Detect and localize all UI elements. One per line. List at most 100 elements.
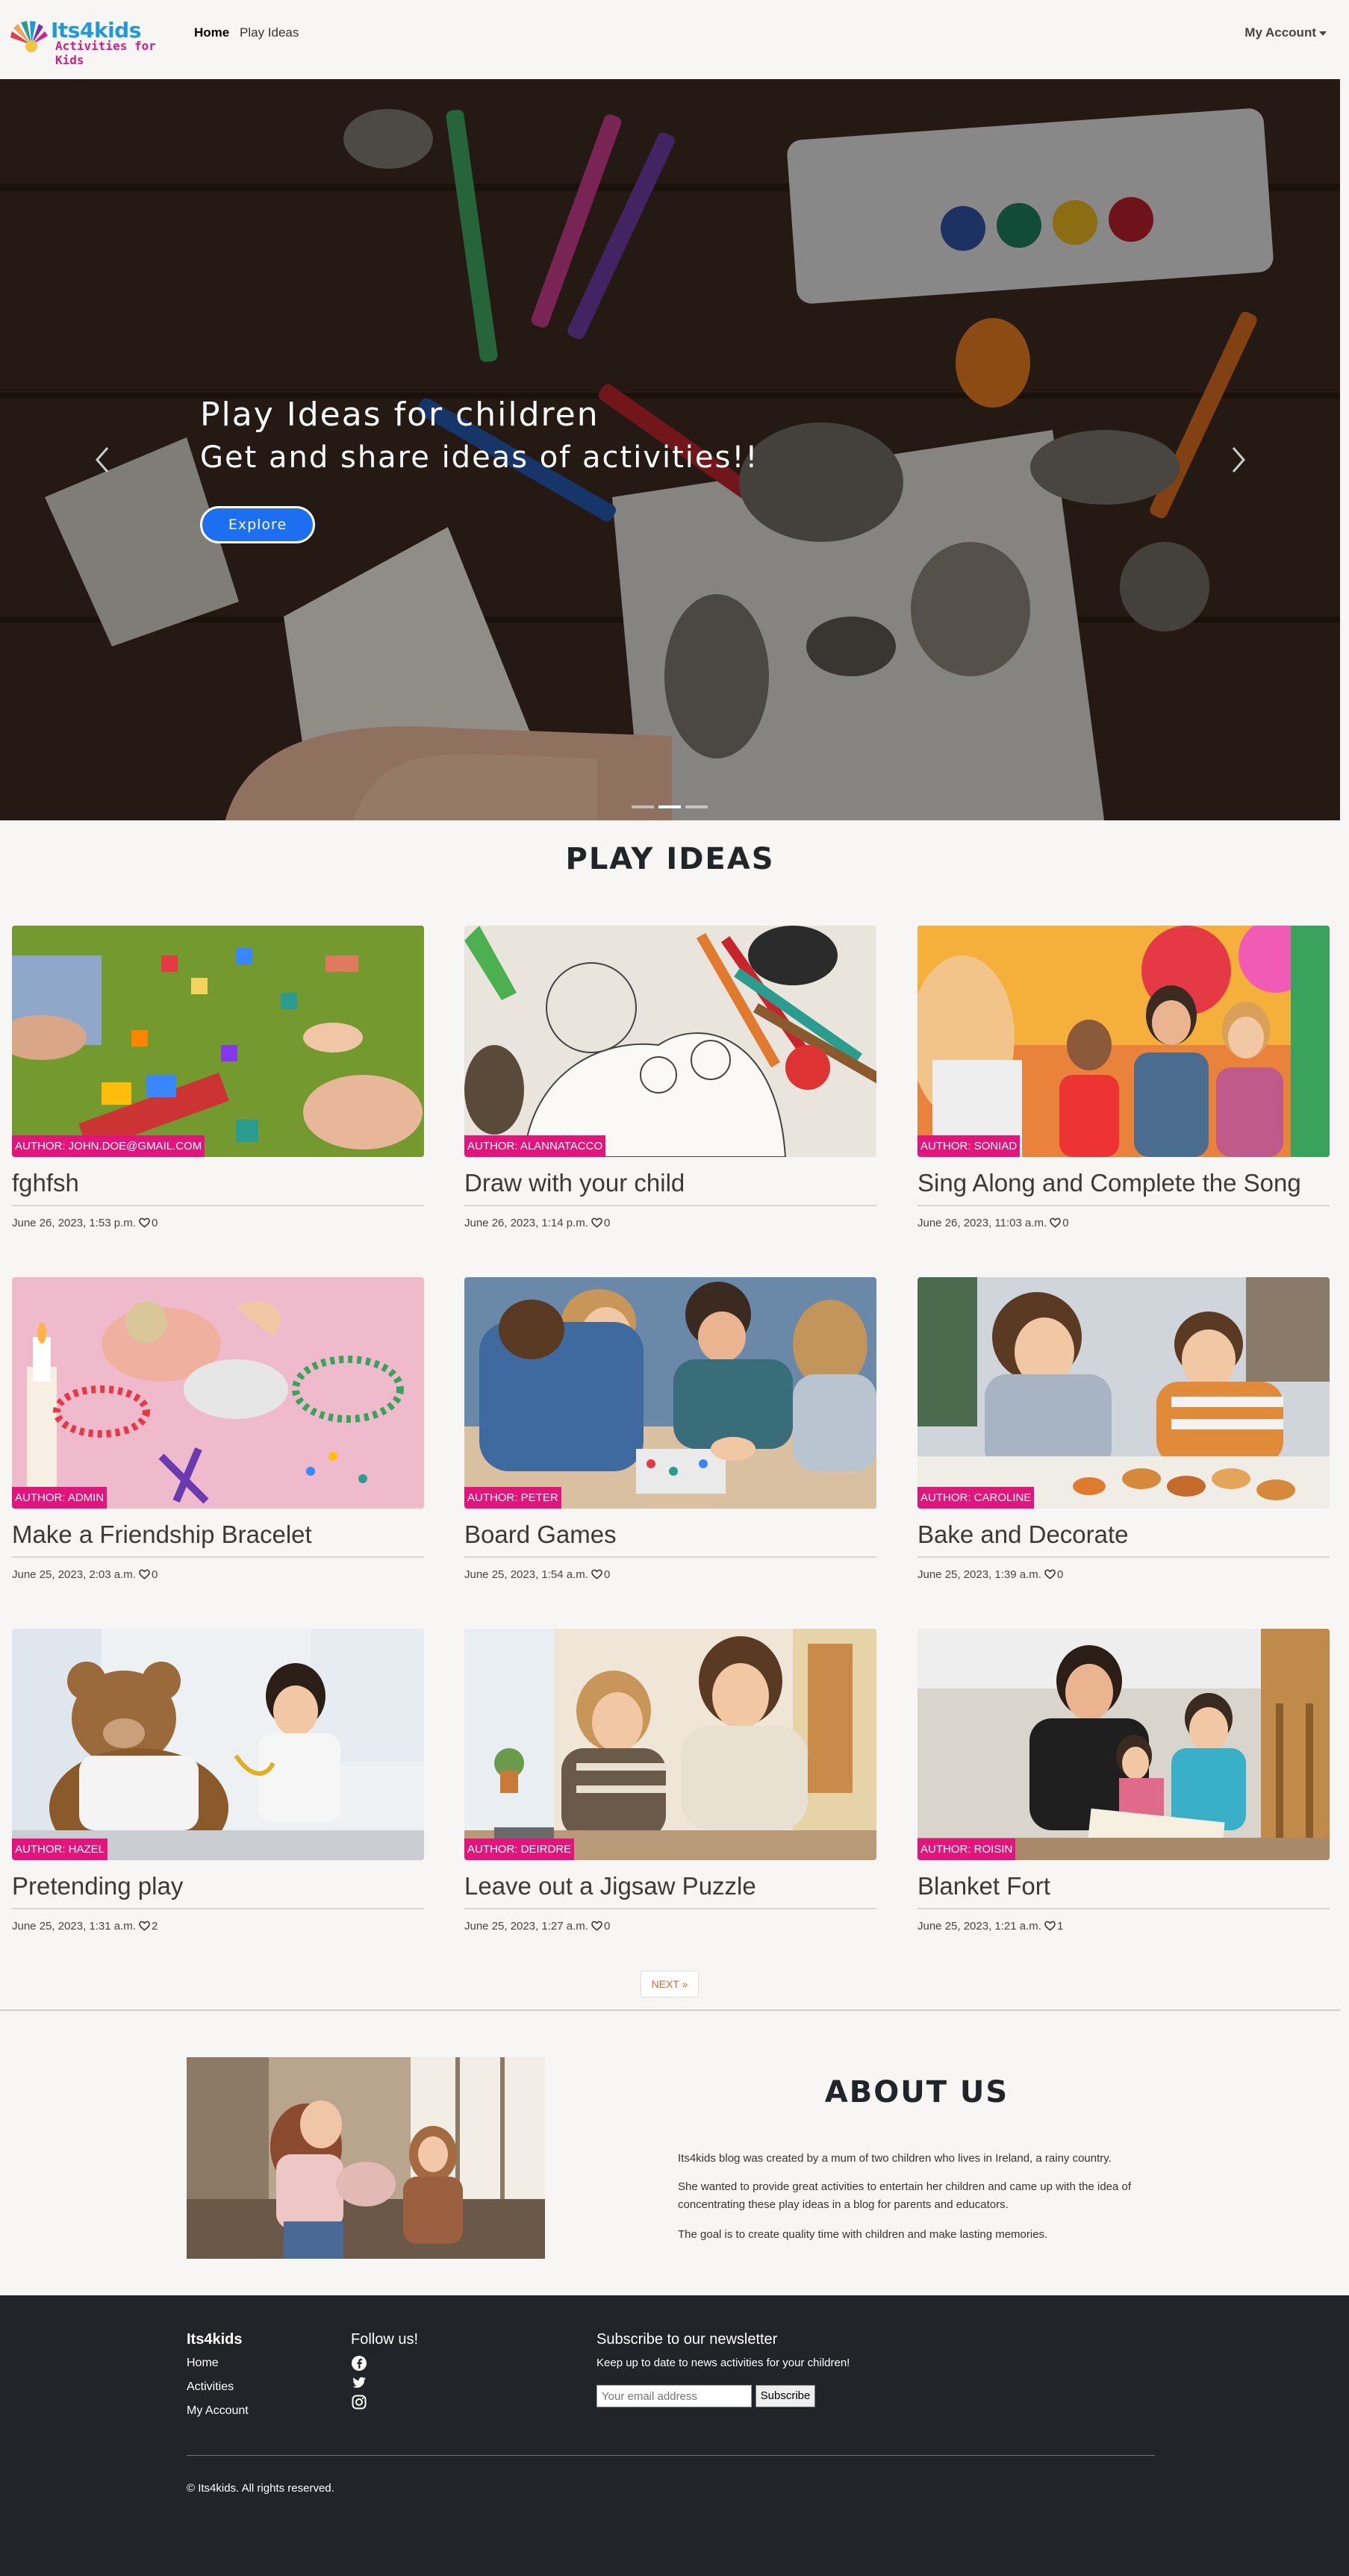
about-us-heading: ABOUT US xyxy=(824,2075,1009,2109)
play-idea-card[interactable]: AUTHOR: PETER Board Games June 25, 2023, 1… xyxy=(464,1277,876,1581)
facebook-icon[interactable] xyxy=(351,2355,367,2371)
heart-icon[interactable] xyxy=(591,1569,602,1579)
copyright-text: © Its4kids. All rights reserved. xyxy=(187,2482,334,2495)
card-divider xyxy=(917,1205,1330,1206)
card-like-count: 0 xyxy=(603,1920,611,1933)
card-date: June 25, 2023, 1:39 a.m. xyxy=(917,1568,1041,1581)
newsletter-email-input[interactable] xyxy=(596,2385,752,2407)
card-date: June 26, 2023, 1:53 p.m. xyxy=(12,1217,136,1229)
play-idea-card[interactable]: AUTHOR: CAROLINE Bake and Decorate June 25… xyxy=(917,1277,1330,1581)
play-idea-card[interactable]: AUTHOR: ROISIN Blanket Fort June 25, 2023,… xyxy=(917,1629,1330,1933)
card-date: June 25, 2023, 1:31 a.m. xyxy=(12,1920,136,1933)
my-account-label: My Account xyxy=(1244,25,1316,40)
carousel-indicator[interactable] xyxy=(685,805,708,808)
card-meta: June 25, 2023, 1:27 a.m. 0 xyxy=(464,1920,876,1933)
my-account-dropdown[interactable]: My Account xyxy=(1244,25,1327,40)
heart-icon[interactable] xyxy=(139,1569,150,1579)
heart-icon[interactable] xyxy=(139,1921,150,1931)
card-author-badge: AUTHOR: PETER xyxy=(464,1487,561,1509)
card-title[interactable]: Make a Friendship Bracelet xyxy=(12,1521,424,1549)
card-image[interactable]: AUTHOR: JOHN.DOE@GMAIL.COM xyxy=(12,926,424,1157)
heart-icon[interactable] xyxy=(139,1217,150,1228)
card-title[interactable]: Sing Along and Complete the Song xyxy=(917,1169,1330,1197)
card-like-count: 1 xyxy=(1056,1920,1064,1933)
card-image[interactable]: AUTHOR: CAROLINE xyxy=(917,1277,1330,1509)
twitter-icon[interactable] xyxy=(351,2374,367,2391)
carousel-prev-icon[interactable] xyxy=(88,437,118,482)
card-meta: June 25, 2023, 1:54 a.m. 0 xyxy=(464,1568,876,1581)
section-divider xyxy=(0,2009,1340,2011)
brand-logo[interactable]: Its4kids Activities for Kids xyxy=(9,15,178,67)
card-date: June 26, 2023, 1:14 p.m. xyxy=(464,1217,588,1229)
card-meta: June 26, 2023, 11:03 a.m. 0 xyxy=(917,1217,1330,1229)
card-like-count: 2 xyxy=(151,1920,158,1933)
card-image[interactable]: AUTHOR: HAZEL xyxy=(12,1629,424,1860)
next-page-button[interactable]: NEXT » xyxy=(641,1971,699,1998)
card-author-badge: AUTHOR: SONIAD xyxy=(917,1135,1021,1157)
card-divider xyxy=(12,1205,424,1206)
card-author-badge: AUTHOR: CAROLINE xyxy=(917,1487,1035,1509)
footer-link-my-account[interactable]: My Account xyxy=(187,2404,249,2418)
play-idea-card[interactable]: AUTHOR: HAZEL Pretending play June 25, 202… xyxy=(12,1629,424,1933)
about-family-image xyxy=(187,2057,545,2259)
card-meta: June 25, 2023, 2:03 a.m. 0 xyxy=(12,1568,424,1581)
card-title[interactable]: Draw with your child xyxy=(464,1169,876,1197)
card-date: June 25, 2023, 1:21 a.m. xyxy=(917,1920,1041,1933)
play-idea-card[interactable]: AUTHOR: JOHN.DOE@GMAIL.COM fghfsh June 26,… xyxy=(12,926,424,1229)
card-date: June 25, 2023, 1:54 a.m. xyxy=(464,1568,588,1581)
card-divider xyxy=(917,1556,1330,1558)
card-title[interactable]: fghfsh xyxy=(12,1169,424,1197)
play-idea-card[interactable]: AUTHOR: ALANNATACCO Draw with your child J… xyxy=(464,926,876,1229)
newsletter-title: Subscribe to our newsletter xyxy=(596,2331,778,2348)
heart-icon[interactable] xyxy=(1044,1921,1056,1931)
carousel-indicator[interactable] xyxy=(632,805,654,808)
explore-button[interactable]: Explore xyxy=(200,506,315,543)
card-title[interactable]: Blanket Fort xyxy=(917,1872,1330,1900)
heart-icon[interactable] xyxy=(1050,1217,1062,1228)
card-author-badge: AUTHOR: HAZEL xyxy=(12,1839,108,1860)
hero-caption-title: Play Ideas for children xyxy=(200,396,599,434)
play-idea-card[interactable]: AUTHOR: ADMIN Make a Friendship Bracelet J… xyxy=(12,1277,424,1581)
play-idea-card[interactable]: AUTHOR: SONIAD Sing Along and Complete th… xyxy=(917,926,1330,1229)
nav-home[interactable]: Home xyxy=(194,25,229,40)
card-title[interactable]: Bake and Decorate xyxy=(917,1521,1330,1549)
card-divider xyxy=(464,1908,876,1909)
heart-icon[interactable] xyxy=(591,1217,602,1228)
card-image[interactable]: AUTHOR: ROISIN xyxy=(917,1629,1330,1860)
card-author-badge: AUTHOR: ROISIN xyxy=(917,1839,1016,1860)
play-ideas-heading: PLAY IDEAS xyxy=(565,842,775,876)
footer-link-activities[interactable]: Activities xyxy=(187,2380,234,2394)
card-title[interactable]: Board Games xyxy=(464,1521,876,1549)
carousel-indicator-active[interactable] xyxy=(658,805,681,808)
carousel-next-icon[interactable] xyxy=(1223,437,1253,482)
instagram-icon[interactable] xyxy=(351,2394,367,2410)
card-like-count: 0 xyxy=(151,1568,158,1581)
card-author-badge: AUTHOR: JOHN.DOE@GMAIL.COM xyxy=(12,1135,205,1157)
subscribe-button[interactable]: Subscribe xyxy=(755,2385,815,2407)
card-image[interactable]: AUTHOR: ALANNATACCO xyxy=(464,926,876,1157)
footer-brand: Its4kids xyxy=(187,2331,243,2348)
footer-link-home[interactable]: Home xyxy=(187,2357,219,2370)
card-title[interactable]: Pretending play xyxy=(12,1872,424,1900)
card-author-badge: AUTHOR: DEIRDRE xyxy=(464,1839,575,1860)
card-image[interactable]: AUTHOR: ADMIN xyxy=(12,1277,424,1509)
card-meta: June 25, 2023, 1:39 a.m. 0 xyxy=(917,1568,1330,1581)
card-like-count: 0 xyxy=(151,1217,158,1229)
card-title[interactable]: Leave out a Jigsaw Puzzle xyxy=(464,1872,876,1900)
play-idea-card[interactable]: AUTHOR: DEIRDRE Leave out a Jigsaw Puzzle… xyxy=(464,1629,876,1933)
heart-icon[interactable] xyxy=(1044,1569,1056,1579)
card-image[interactable]: AUTHOR: DEIRDRE xyxy=(464,1629,876,1860)
card-image[interactable]: AUTHOR: PETER xyxy=(464,1277,876,1509)
card-like-count: 0 xyxy=(1056,1568,1064,1581)
card-date: June 26, 2023, 11:03 a.m. xyxy=(917,1217,1047,1229)
about-paragraph-3: The goal is to create quality time with … xyxy=(678,2228,1048,2241)
card-divider xyxy=(12,1556,424,1558)
card-meta: June 25, 2023, 1:21 a.m. 1 xyxy=(917,1920,1330,1933)
about-paragraph-1: Its4kids blog was created by a mum of tw… xyxy=(678,2152,1112,2165)
card-image[interactable]: AUTHOR: SONIAD xyxy=(917,926,1330,1157)
nav-play-ideas[interactable]: Play Ideas xyxy=(240,25,299,40)
caret-down-icon xyxy=(1319,31,1327,36)
heart-icon[interactable] xyxy=(591,1921,602,1931)
follow-us-label: Follow us! xyxy=(351,2331,419,2348)
card-meta: June 26, 2023, 1:53 p.m. 0 xyxy=(12,1217,424,1229)
